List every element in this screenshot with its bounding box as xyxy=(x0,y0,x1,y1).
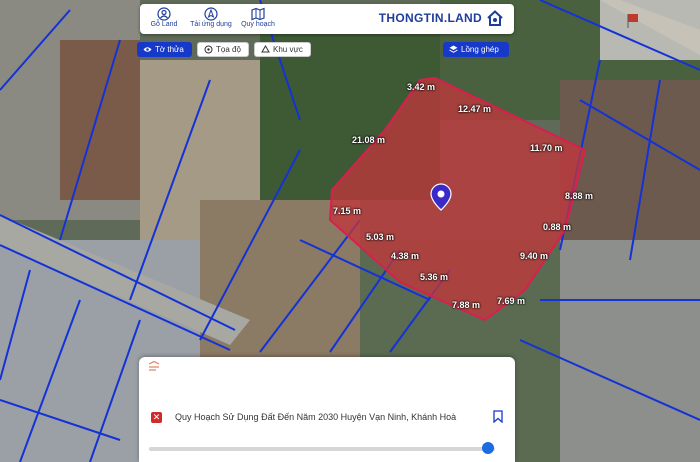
measurement-label: 0.88 m xyxy=(543,222,572,232)
nav-go-land-label: Gỗ Land xyxy=(150,21,178,28)
user-icon xyxy=(157,7,171,21)
brand-logo[interactable]: THONGTIN.LAND xyxy=(379,10,504,26)
measurement-label: 12.47 m xyxy=(458,104,492,114)
measurement-label: 5.36 m xyxy=(420,272,449,282)
bookmark-icon[interactable] xyxy=(493,410,503,423)
area-icon xyxy=(261,45,270,53)
measurement-label: 21.08 m xyxy=(352,135,386,145)
eye-icon xyxy=(143,47,152,52)
measurement-label: 7.88 m xyxy=(452,300,481,310)
measurement-label: 11.70 m xyxy=(530,143,563,153)
compass-icon xyxy=(204,7,218,21)
long-ghep-button[interactable]: Lồng ghép xyxy=(443,42,509,57)
long-ghep-label: Lồng ghép xyxy=(461,45,499,54)
measurement-label: 9.40 m xyxy=(520,251,549,261)
plan-title: Quy Hoạch Sử Dụng Đất Đến Năm 2030 Huyện… xyxy=(175,412,457,422)
nav-go-land[interactable]: Gỗ Land xyxy=(142,6,186,34)
home-icon xyxy=(487,10,503,26)
planning-panel: ✕ Quy Hoạch Sử Dụng Đất Đến Năm 2030 Huy… xyxy=(139,357,515,462)
top-navigation-bar: Gỗ Land Tải ứng dụng Quy hoạch THONGTIN.… xyxy=(140,4,514,34)
measurement-label: 8.88 m xyxy=(565,191,594,201)
measurement-label: 5.03 m xyxy=(366,232,395,242)
map-icon xyxy=(251,7,265,21)
khu-vuc-button[interactable]: Khu vực xyxy=(254,42,311,57)
layers-icon xyxy=(449,45,458,53)
to-thua-button[interactable]: Tờ thửa xyxy=(137,42,192,57)
nav-download-app[interactable]: Tải ứng dụng xyxy=(186,6,236,34)
collapse-icon[interactable] xyxy=(147,361,161,373)
nav-planning[interactable]: Quy hoạch xyxy=(236,6,280,34)
brand-logo-text: THONGTIN.LAND xyxy=(378,11,482,25)
close-plan-button[interactable]: ✕ xyxy=(151,412,162,423)
toa-do-button[interactable]: Tọa độ xyxy=(197,42,249,57)
measurement-label: 7.15 m xyxy=(333,206,362,216)
measurement-label: 4.38 m xyxy=(391,251,420,261)
opacity-slider-handle[interactable] xyxy=(482,442,495,454)
map-roof-area xyxy=(560,240,700,462)
nav-planning-label: Quy hoạch xyxy=(241,21,275,28)
measurement-label: 7.69 m xyxy=(497,296,526,306)
opacity-slider[interactable] xyxy=(149,447,495,451)
toa-do-label: Tọa độ xyxy=(216,45,241,54)
target-icon xyxy=(204,45,213,54)
to-thua-label: Tờ thửa xyxy=(155,45,184,54)
nav-download-app-label: Tải ứng dụng xyxy=(190,21,232,28)
map-roof-area xyxy=(60,40,140,200)
khu-vuc-label: Khu vực xyxy=(273,45,303,54)
measurement-label: 3.42 m xyxy=(407,82,436,92)
